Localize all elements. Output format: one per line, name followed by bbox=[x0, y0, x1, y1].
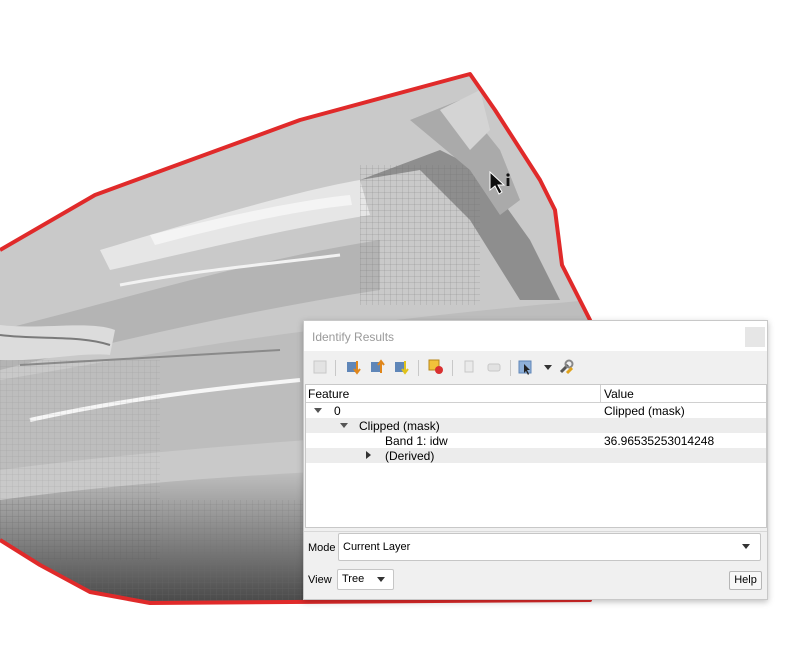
tree-row[interactable]: 0 Clipped (mask) bbox=[306, 403, 766, 418]
feature-cell: 0 bbox=[334, 404, 341, 418]
tree-header: Feature Value bbox=[306, 385, 766, 403]
dropdown-icon[interactable] bbox=[538, 357, 558, 377]
results-tree[interactable]: Feature Value 0 Clipped (mask) Clipped (… bbox=[305, 384, 767, 528]
collapsed-arrow-icon[interactable] bbox=[366, 451, 371, 459]
tree-row[interactable]: Band 1: idw 36.96535253014248 bbox=[306, 433, 766, 448]
tree-row[interactable]: Clipped (mask) bbox=[306, 418, 766, 433]
mode-value: Current Layer bbox=[343, 541, 411, 553]
clear-results-icon[interactable] bbox=[426, 357, 446, 377]
print-icon[interactable] bbox=[484, 357, 504, 377]
tree-row[interactable]: (Derived) bbox=[306, 448, 766, 463]
value-cell: Clipped (mask) bbox=[604, 404, 685, 418]
expand-icon[interactable] bbox=[310, 357, 330, 377]
feature-cell: Band 1: idw bbox=[385, 434, 448, 448]
mode-label: Mode bbox=[308, 542, 336, 554]
value-column-header[interactable]: Value bbox=[604, 387, 634, 401]
mode-select[interactable]: Current Layer bbox=[338, 533, 761, 561]
expand-arrow-icon[interactable] bbox=[314, 408, 322, 413]
identify-toolbar bbox=[304, 351, 767, 383]
select-features-icon[interactable] bbox=[516, 357, 536, 377]
view-value: Tree bbox=[342, 573, 365, 585]
chevron-down-icon bbox=[377, 577, 385, 582]
copy-icon[interactable] bbox=[460, 357, 480, 377]
feature-column-header[interactable]: Feature bbox=[308, 387, 349, 401]
expand-arrow-icon[interactable] bbox=[340, 423, 348, 428]
dialog-titlebar[interactable]: Identify Results bbox=[304, 321, 767, 351]
expand-new-icon[interactable] bbox=[392, 357, 412, 377]
expand-all-icon[interactable] bbox=[344, 357, 364, 377]
feature-cell: (Derived) bbox=[385, 449, 435, 463]
close-button[interactable] bbox=[745, 327, 765, 347]
view-label: View bbox=[308, 574, 332, 586]
identify-results-dialog[interactable]: Identify Results Feature Value 0 Clipped… bbox=[303, 320, 768, 600]
value-cell: 36.96535253014248 bbox=[604, 434, 715, 448]
feature-cell: Clipped (mask) bbox=[359, 419, 440, 433]
help-button[interactable]: Help bbox=[729, 571, 762, 590]
panel-divider bbox=[304, 531, 767, 532]
chevron-down-icon bbox=[742, 544, 750, 549]
view-select[interactable]: Tree bbox=[337, 569, 394, 590]
settings-icon[interactable] bbox=[556, 357, 576, 377]
collapse-all-icon[interactable] bbox=[368, 357, 388, 377]
dialog-title: Identify Results bbox=[312, 330, 395, 344]
